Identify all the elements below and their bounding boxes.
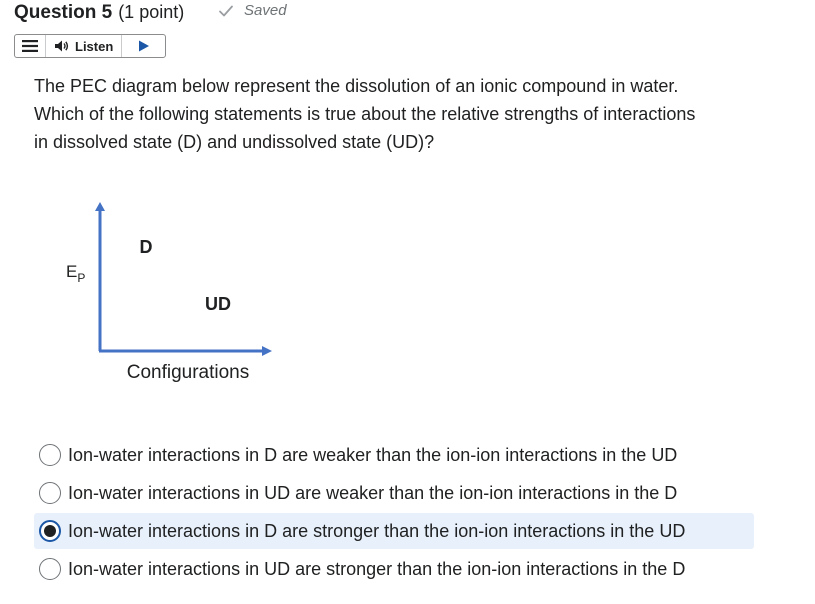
listen-label: Listen	[75, 38, 114, 54]
radio-button-selected[interactable]	[39, 520, 61, 542]
prompt-line-2: Which of the following statements is tru…	[34, 104, 696, 124]
question-points: (1 point)	[118, 2, 185, 22]
radio-button[interactable]	[39, 482, 61, 504]
answer-option-3[interactable]: Ion-water interactions in D are stronger…	[34, 513, 754, 549]
prompt-line-3: in dissolved state (D) and undissolved s…	[34, 132, 435, 152]
question-prompt: The PEC diagram below represent the diss…	[34, 72, 774, 156]
y-axis-subscript: P	[77, 271, 85, 285]
play-icon	[138, 40, 149, 52]
question-header: Question 5 (1 point)	[14, 2, 184, 24]
check-icon	[219, 5, 233, 16]
answer-option-4[interactable]: Ion-water interactions in UD are stronge…	[34, 551, 754, 587]
state-d-label: D	[140, 237, 153, 257]
x-axis-arrowhead	[262, 346, 272, 356]
saved-status: Saved	[218, 2, 287, 19]
answer-option-1[interactable]: Ion-water interactions in D are weaker t…	[34, 437, 754, 473]
question-title: Question 5	[14, 2, 113, 23]
answer-option-text: Ion-water interactions in UD are weaker …	[68, 482, 678, 503]
answer-option-text: Ion-water interactions in D are weaker t…	[68, 444, 678, 465]
y-axis-arrowhead	[95, 202, 105, 211]
answer-options: Ion-water interactions in D are weaker t…	[34, 437, 754, 589]
x-axis-label: Configurations	[127, 362, 250, 383]
listen-toolbar: Listen	[14, 34, 166, 58]
radio-button[interactable]	[39, 558, 61, 580]
radio-dot	[44, 525, 56, 537]
state-ud-label: UD	[205, 294, 231, 314]
prompt-line-1: The PEC diagram below represent the diss…	[34, 76, 679, 96]
listen-button[interactable]: Listen	[46, 35, 123, 57]
menu-button[interactable]	[15, 35, 46, 57]
answer-option-text: Ion-water interactions in UD are stronge…	[68, 558, 686, 579]
answer-option-2[interactable]: Ion-water interactions in UD are weaker …	[34, 475, 754, 511]
saved-label: Saved	[244, 2, 287, 19]
radio-button[interactable]	[39, 444, 61, 466]
hamburger-menu-icon	[22, 40, 38, 52]
pec-diagram: EP D UD Configurations	[66, 202, 272, 383]
speaker-icon	[55, 40, 69, 52]
play-button[interactable]	[122, 35, 165, 57]
answer-option-text: Ion-water interactions in D are stronger…	[68, 520, 686, 541]
y-axis-label: EP	[66, 262, 85, 285]
